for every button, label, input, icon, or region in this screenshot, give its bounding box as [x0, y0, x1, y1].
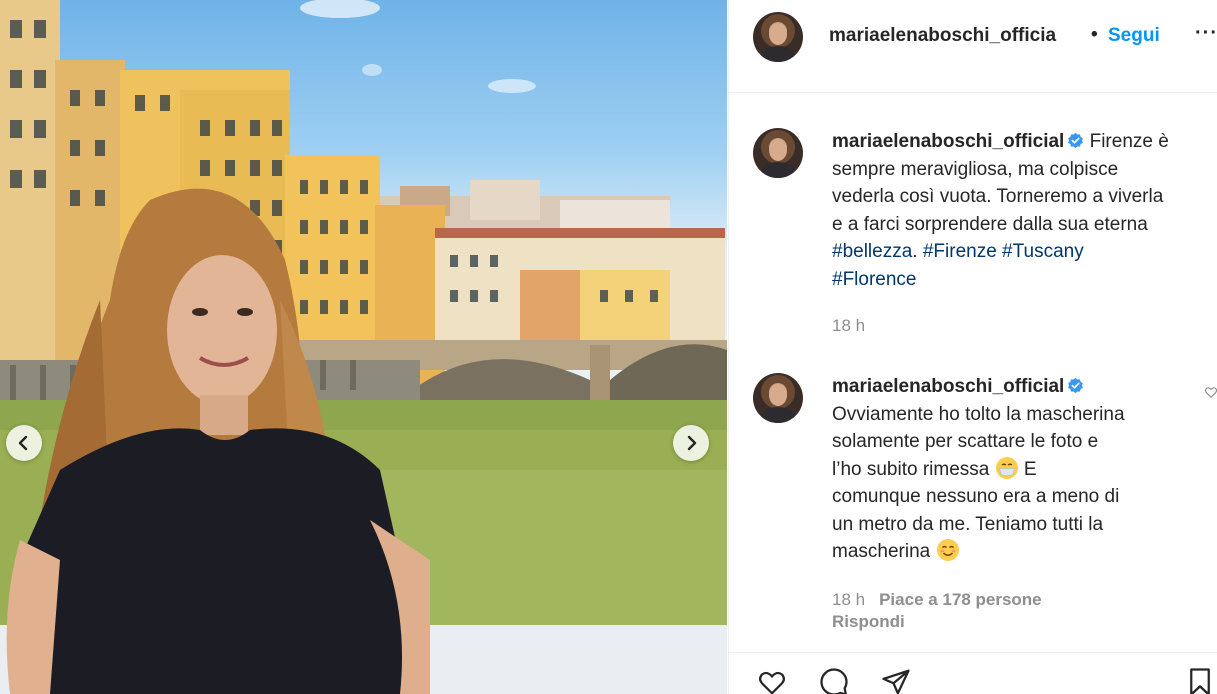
- comment-username[interactable]: mariaelenaboschi_official: [832, 376, 1064, 397]
- caption-line-2: sempre meravigliosa, ma colpisce: [832, 158, 1119, 180]
- caption-time: 18 h: [832, 316, 866, 335]
- post-header: mariaelenaboschi_officia • Segui ···: [729, 0, 1217, 93]
- avatar[interactable]: [753, 128, 803, 178]
- smiling-face-emoji-icon: [936, 539, 959, 561]
- heart-icon[interactable]: [1204, 385, 1217, 399]
- next-photo-button[interactable]: [673, 425, 709, 461]
- avatar[interactable]: [753, 12, 803, 62]
- avatar[interactable]: [753, 373, 803, 423]
- comment-time: 18 h: [832, 590, 866, 609]
- comment-line-3b: E: [1023, 458, 1037, 480]
- previous-photo-button[interactable]: [6, 425, 42, 461]
- comment-line-6: mascherina: [832, 541, 931, 562]
- mask-face-emoji-icon: [995, 456, 1018, 479]
- avatar-face: [769, 23, 787, 45]
- caption-text: mariaelenaboschi_official Firenze è semp…: [832, 128, 1217, 293]
- comment-line-4: comunque nessuno era a meno di: [832, 486, 1120, 507]
- header-separator: •: [1091, 24, 1098, 45]
- post-photo: [0, 0, 727, 694]
- comment-text: mariaelenaboschi_official Ovviamente ho …: [832, 373, 1217, 566]
- caption-period: .: [912, 241, 918, 262]
- comment-icon[interactable]: [815, 667, 853, 694]
- comment-line-3: l’ho subito rimessa: [832, 458, 990, 480]
- avatar-shirt: [761, 162, 795, 178]
- follow-button[interactable]: Segui: [1108, 25, 1160, 47]
- bookmark-icon[interactable]: [1184, 667, 1216, 694]
- verified-badge-icon: [1068, 132, 1084, 149]
- hashtag-link[interactable]: #bellezza: [832, 241, 912, 262]
- caption-line-3: vederla così vuota. Torneremo a viverla: [832, 186, 1164, 207]
- avatar-shirt: [761, 407, 795, 423]
- hashtag-link[interactable]: #Tuscany: [1002, 241, 1084, 262]
- chevron-right-icon: [687, 435, 697, 451]
- caption-line-1: Firenze è: [1089, 131, 1169, 152]
- reply-button[interactable]: Rispondi: [832, 612, 905, 632]
- header-username[interactable]: mariaelenaboschi_officia: [829, 25, 1056, 47]
- caption-line-4: e a farci sorprendere dalla sua eterna: [832, 213, 1148, 235]
- comment-line-1: Ovviamente ho tolto la mascherina: [832, 403, 1125, 425]
- verified-badge-icon: [1068, 377, 1084, 394]
- hashtag-link[interactable]: #Firenze: [923, 241, 997, 262]
- comment-meta: 18 h Piace a 178 persone: [832, 590, 1042, 610]
- heart-icon[interactable]: [753, 667, 791, 694]
- caption-username[interactable]: mariaelenaboschi_official: [832, 131, 1064, 152]
- avatar-face: [769, 384, 787, 406]
- hashtag-link[interactable]: #Florence: [832, 269, 917, 290]
- comment-line-2: solamente per scattare le foto e: [832, 431, 1099, 452]
- paper-plane-icon[interactable]: [877, 667, 915, 694]
- comment-likes[interactable]: Piace a 178 persone: [879, 590, 1042, 609]
- post-side-panel: mariaelenaboschi_officia • Segui ··· mar…: [728, 0, 1217, 694]
- comment-line-5: un metro da me. Teniamo tutti la: [832, 513, 1104, 535]
- avatar-face: [769, 139, 787, 161]
- photo-scene: [0, 0, 727, 694]
- action-bar: [729, 652, 1217, 694]
- chevron-left-icon: [18, 435, 28, 451]
- more-options-button[interactable]: ···: [1195, 22, 1217, 45]
- avatar-shirt: [761, 46, 795, 62]
